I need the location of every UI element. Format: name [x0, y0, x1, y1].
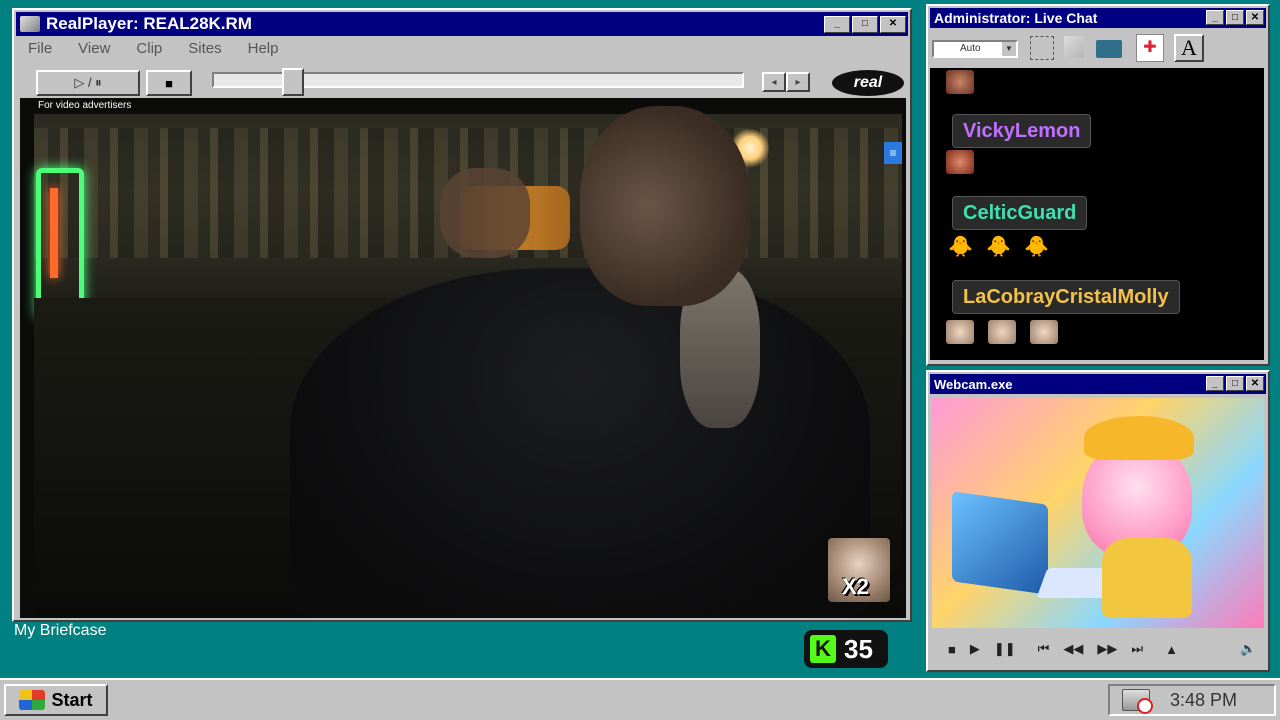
folder-icon[interactable] [1096, 40, 1122, 58]
real-logo: real [832, 70, 904, 96]
chat-minimize-button[interactable]: _ [1206, 10, 1224, 25]
neon-sign-inner [50, 188, 58, 278]
score-badge: K 35 [804, 630, 888, 668]
video-area[interactable]: For video advertisers ≡ X2 [20, 98, 906, 618]
avatar [946, 150, 974, 174]
person-body [290, 268, 870, 618]
duck-emote-icon: 🐥 [986, 236, 1011, 258]
duck-emote-icon: 🐥 [948, 236, 973, 258]
seek-back-button[interactable]: ◂ [762, 72, 786, 92]
menu-sites[interactable]: Sites [188, 40, 221, 57]
realplayer-window: RealPlayer: REAL28K.RM _ □ ✕ File View C… [12, 8, 912, 622]
video-caption: For video advertisers [38, 100, 132, 111]
skip-back-icon[interactable]: ⏮ [1038, 641, 1050, 657]
taskbar: Start 3:48 PM [0, 678, 1280, 720]
play-icon[interactable]: ▶ [970, 641, 980, 657]
windows-logo-icon [19, 690, 46, 710]
computer-monitor [952, 491, 1048, 595]
fast-forward-icon[interactable]: ▶▶ [1097, 641, 1117, 657]
briefcase-label[interactable]: My Briefcase [14, 622, 106, 640]
close-button[interactable]: ✕ [880, 16, 906, 33]
font-select[interactable]: Auto ▼ [932, 40, 1018, 58]
k-logo-icon: K [810, 635, 836, 663]
menu-help[interactable]: Help [248, 40, 279, 57]
info-icon[interactable]: ≡ [884, 142, 902, 164]
realplayer-app-icon [20, 16, 40, 32]
menu-view[interactable]: View [78, 40, 110, 57]
realplayer-menubar: File View Clip Sites Help [28, 40, 278, 57]
webcam-titlebar[interactable]: Webcam.exe _ □ ✕ [930, 374, 1266, 394]
neon-sign [36, 168, 84, 318]
realplayer-title: RealPlayer: REAL28K.RM [46, 14, 252, 33]
chat-message-username: CelticGuard [952, 196, 1088, 230]
chevron-down-icon: ▼ [1002, 42, 1016, 56]
menu-clip[interactable]: Clip [136, 40, 162, 57]
chat-titlebar[interactable]: Administrator: Live Chat _ □ ✕ [930, 8, 1266, 28]
seek-forward-button[interactable]: ▸ [786, 72, 810, 92]
chat-close-button[interactable]: ✕ [1246, 10, 1264, 25]
multiplier-text: X2 [842, 574, 869, 599]
webcam-minimize-button[interactable]: _ [1206, 376, 1224, 391]
webcam-close-button[interactable]: ✕ [1246, 376, 1264, 391]
duck-emote-icon: 🐥 [1024, 236, 1049, 258]
avatar [946, 70, 974, 94]
start-button[interactable]: Start [4, 684, 108, 716]
score-value: 35 [844, 633, 873, 664]
volume-icon[interactable]: 🔈 [1240, 641, 1256, 657]
select-tool-icon[interactable] [1030, 36, 1054, 60]
chat-title: Administrator: Live Chat [934, 10, 1098, 26]
monkey-emote-icon [1030, 320, 1058, 344]
clock[interactable]: 3:48 PM [1170, 690, 1237, 711]
scheduler-icon[interactable] [1122, 689, 1153, 714]
target-icon[interactable]: ✚ [1136, 34, 1164, 62]
character-body [1102, 538, 1192, 618]
maximize-button[interactable]: □ [852, 16, 878, 33]
font-button[interactable]: A [1174, 34, 1204, 62]
person-head [580, 106, 750, 306]
minimize-button[interactable]: _ [824, 16, 850, 33]
menu-file[interactable]: File [28, 40, 52, 57]
rewind-icon[interactable]: ◀◀ [1063, 641, 1083, 657]
webcam-video[interactable] [932, 398, 1264, 628]
play-pause-button[interactable]: ▷ / ⏸ [36, 70, 140, 96]
chat-message-username: VickyLemon [952, 114, 1092, 148]
copy-icon[interactable] [1064, 36, 1084, 58]
chat-message-username: LaCobrayCristalMolly [952, 280, 1180, 314]
monkey-emote-icon [946, 320, 974, 344]
stop-icon[interactable]: ■ [948, 642, 956, 657]
chat-messages-area: VickyLemon CelticGuard 🐥 🐥 🐥 LaCobrayCri… [930, 68, 1264, 360]
chat-maximize-button[interactable]: □ [1226, 10, 1244, 25]
system-tray: 3:48 PM [1108, 684, 1276, 716]
chat-window: Administrator: Live Chat _ □ ✕ Auto ▼ ✚ … [926, 4, 1270, 366]
realplayer-titlebar[interactable]: RealPlayer: REAL28K.RM _ □ ✕ [16, 12, 908, 36]
monkey-emote-icon [988, 320, 1016, 344]
hand [440, 168, 530, 258]
anime-character-hat [1084, 416, 1194, 460]
skip-forward-icon[interactable]: ⏭ [1131, 641, 1143, 657]
webcam-maximize-button[interactable]: □ [1226, 376, 1244, 391]
webcam-controls: ■ ▶ ❚❚ ⏮ ◀◀ ▶▶ ⏭ ▲ 🔈 [932, 634, 1264, 664]
pause-icon[interactable]: ❚❚ [994, 641, 1016, 657]
webcam-title: Webcam.exe [934, 376, 1013, 392]
stop-button[interactable]: ■ [146, 70, 192, 96]
webcam-window: Webcam.exe _ □ ✕ ■ ▶ ❚❚ ⏮ ◀◀ ▶▶ ⏭ ▲ 🔈 [926, 370, 1270, 672]
position-slider-thumb[interactable] [282, 68, 304, 96]
eject-icon[interactable]: ▲ [1165, 642, 1178, 657]
